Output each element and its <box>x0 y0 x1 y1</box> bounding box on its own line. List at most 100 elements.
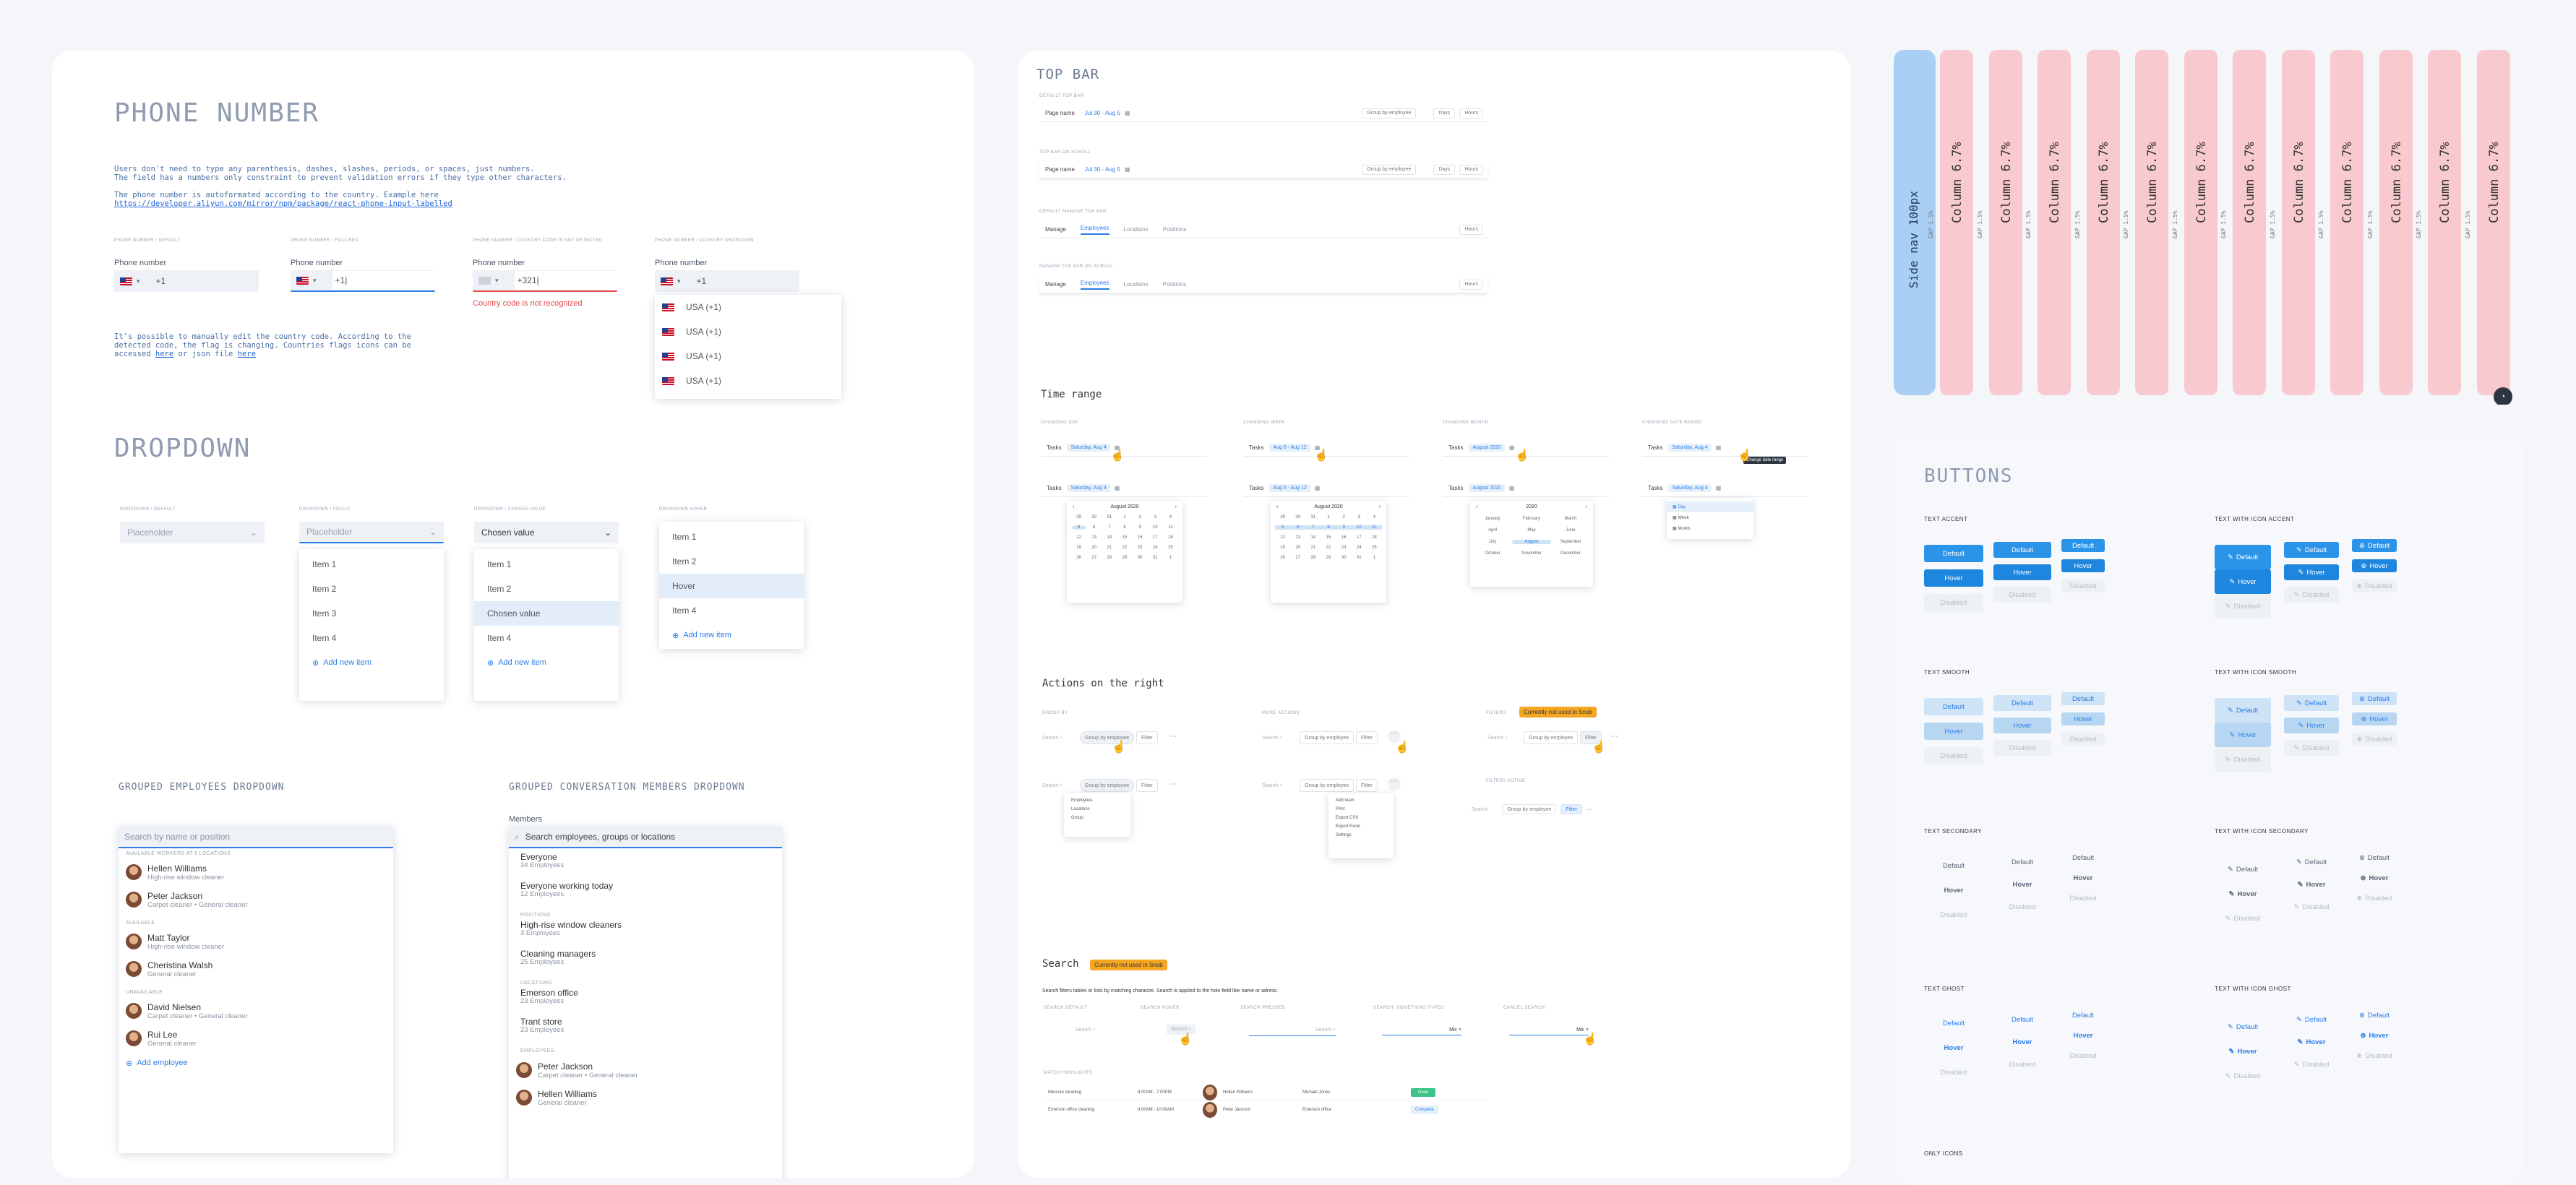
dropdown-focus[interactable]: Placeholder ⌄ <box>299 522 444 543</box>
calendar-day[interactable]: 13 <box>1290 535 1305 540</box>
search-field[interactable]: Search <box>1487 736 1503 741</box>
dropdown-item[interactable]: Item 4 <box>659 598 804 623</box>
hover-button[interactable]: Hover <box>2061 871 2105 884</box>
hover-button[interactable]: Hover <box>1924 723 1983 740</box>
month-option[interactable]: August <box>1512 540 1551 544</box>
dropdown-chosen[interactable]: Chosen value ⌄ <box>474 522 619 543</box>
default-button[interactable]: Default <box>1993 854 2051 870</box>
hover-button[interactable]: Hover <box>1993 564 2051 580</box>
default-button[interactable]: ✎ Default <box>2284 542 2339 558</box>
country-option[interactable]: USA (+1) <box>655 319 841 344</box>
calendar-day[interactable]: 31 <box>1305 515 1321 520</box>
range-picker[interactable]: Saturday, Aug 4 <box>1668 444 1712 452</box>
search-pressed[interactable]: Search ⌕ <box>1249 1027 1336 1036</box>
disabled-button[interactable]: ✎ Disabled <box>2215 1064 2271 1088</box>
prev-icon[interactable]: ‹ <box>1073 504 1074 509</box>
dropdown-item[interactable]: Item 4 <box>474 626 619 650</box>
calendar-icon[interactable]: ▦ <box>1315 485 1321 491</box>
done-button[interactable]: Done <box>1411 1087 1436 1097</box>
complete-button[interactable]: Complete <box>1411 1106 1438 1114</box>
members-search-input[interactable]: ⌕ Search employees, groups or locations <box>509 827 782 848</box>
next-icon[interactable]: › <box>1586 504 1587 509</box>
calendar-day[interactable]: 11 <box>1163 525 1178 530</box>
menu-item[interactable]: Print <box>1328 805 1394 814</box>
month-option[interactable]: May <box>1512 528 1551 533</box>
hover-button[interactable]: Hover <box>1993 718 2051 733</box>
search-default[interactable]: Search ⌕ <box>1076 1027 1096 1033</box>
hover-button[interactable]: ✎ Hover <box>2215 723 2271 747</box>
calendar-day[interactable]: 5 <box>1071 525 1087 530</box>
default-button[interactable]: Default <box>1924 698 1983 715</box>
default-button[interactable]: Default <box>2061 851 2105 864</box>
table-row[interactable]: Mercure cleaning 8:00AM - 7:00PM Hellen W… <box>1044 1084 1487 1101</box>
calendar-day[interactable]: 31 <box>1352 556 1367 560</box>
default-button[interactable]: Default <box>2061 1009 2105 1022</box>
phone-default-field[interactable]: ▾ +1 <box>114 270 259 292</box>
default-button[interactable]: Default <box>1924 857 1983 874</box>
menu-item[interactable]: Employees <box>1064 796 1130 805</box>
group-by-button[interactable]: Group by employee <box>1300 779 1354 792</box>
days-button[interactable]: Days <box>1433 164 1456 175</box>
filter-button[interactable]: Filter <box>1136 779 1158 792</box>
disabled-button[interactable]: ✎ Disabled <box>2284 1056 2339 1072</box>
calendar-day[interactable]: 29 <box>1321 556 1336 560</box>
country-option[interactable]: USA (+1) <box>655 344 841 369</box>
add-new-item-button[interactable]: ⊕ Add new item <box>299 650 444 675</box>
tab-employees[interactable]: Employees <box>1080 280 1109 290</box>
week-picker[interactable]: Aug 6 - Aug 12 <box>1269 484 1310 492</box>
group-by-button[interactable]: Group by employee <box>1502 804 1557 814</box>
member-option[interactable]: Peter Jackson Carpet cleaner • General cl… <box>509 1056 782 1084</box>
calendar-icon[interactable]: ▦ <box>1716 444 1722 451</box>
default-button[interactable]: Default <box>1924 545 1983 562</box>
disabled-button[interactable]: Disabled <box>1924 1064 1983 1081</box>
group-by-button[interactable]: Group by employee <box>1080 779 1135 792</box>
dropdown-item[interactable]: Item 1 <box>474 552 619 577</box>
month-option[interactable]: November <box>1512 551 1551 556</box>
calendar-day[interactable]: 21 <box>1305 546 1321 550</box>
calendar-day[interactable]: 7 <box>1305 525 1321 530</box>
calendar-days[interactable]: 29 30 31 1 2 3 4 5 6 7 8 9 10 11 12 13 14 15 16 17 18 19 20 21 2… <box>1067 512 1182 563</box>
default-button[interactable]: Default <box>2061 539 2105 552</box>
menu-item[interactable]: Add team <box>1328 796 1394 805</box>
calendar-day[interactable]: 25 <box>1367 546 1382 550</box>
employee-option[interactable]: Rui Lee General cleaner <box>119 1025 393 1052</box>
month-option[interactable]: July <box>1473 540 1512 544</box>
calendar-day[interactable]: 9 <box>1133 525 1148 530</box>
tab-locations[interactable]: Locations <box>1124 226 1149 233</box>
calendar-day[interactable]: 2 <box>1133 515 1148 520</box>
filter-active-button[interactable]: Filter <box>1560 804 1582 814</box>
calendar-day[interactable]: 12 <box>1275 535 1290 540</box>
group-by-select[interactable]: Group by employee <box>1362 164 1417 175</box>
calendar-day[interactable]: 3 <box>1352 515 1367 520</box>
calendar-day[interactable]: 22 <box>1117 546 1132 550</box>
range-picker[interactable]: Saturday, Aug 4 <box>1668 484 1712 492</box>
json-link[interactable]: here <box>238 350 256 358</box>
default-button[interactable]: ⊕ Default <box>2352 851 2397 864</box>
date-range-picker[interactable]: Jul 30 - Aug 5 <box>1085 110 1120 116</box>
more-icon[interactable]: ⋯ <box>1388 777 1401 790</box>
filter-button[interactable]: Filter <box>1356 731 1378 744</box>
calendar-day[interactable]: 8 <box>1117 525 1132 530</box>
calendar-day[interactable]: 1 <box>1367 556 1382 560</box>
hover-button[interactable]: ✎ Hover <box>2215 569 2271 594</box>
more-icon[interactable]: ⋯ <box>1169 733 1177 741</box>
month-option[interactable]: April <box>1473 528 1512 533</box>
calendar-day[interactable]: 4 <box>1367 515 1382 520</box>
flags-link[interactable]: here <box>155 350 173 358</box>
calendar-day[interactable]: 31 <box>1102 515 1117 520</box>
calendar-icon[interactable]: ▦ <box>1125 110 1130 116</box>
calendar-day[interactable]: 31 <box>1148 556 1163 560</box>
hover-button[interactable]: Hover <box>1993 876 2051 892</box>
tab-locations[interactable]: Locations <box>1124 281 1149 288</box>
disabled-button[interactable]: Disabled <box>1924 906 1983 923</box>
range-option-month[interactable]: ▦ Month <box>1667 523 1753 534</box>
search-field[interactable]: Search <box>1042 783 1058 788</box>
hover-button[interactable]: Hover <box>2061 559 2105 572</box>
calendar-day[interactable]: 1 <box>1117 515 1132 520</box>
calendar-day[interactable]: 20 <box>1290 546 1305 550</box>
calendar-icon[interactable]: ▦ <box>1716 485 1722 491</box>
calendar-day[interactable]: 29 <box>1071 515 1086 520</box>
member-option[interactable]: Everyone 34 Employees <box>520 853 782 882</box>
filter-button[interactable]: Filter <box>1136 731 1158 744</box>
calendar-day[interactable]: 16 <box>1336 535 1352 540</box>
